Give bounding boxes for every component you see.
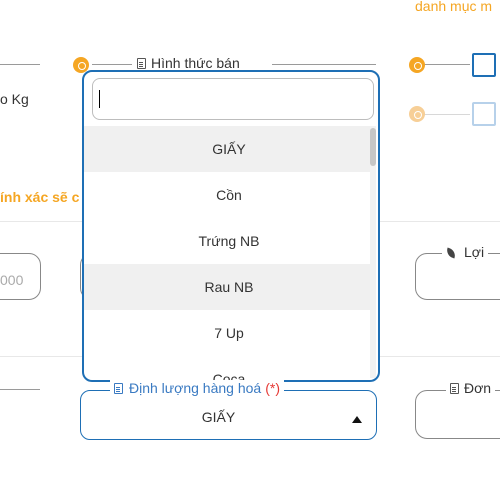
unit-field[interactable]	[415, 390, 500, 439]
text-cursor	[99, 90, 100, 108]
unit-label: Đơn	[464, 380, 492, 396]
unit-text: o Kg	[0, 91, 29, 107]
dropdown-option[interactable]: 7 Up	[84, 310, 374, 356]
dropdown-option[interactable]: Cồn	[84, 172, 374, 218]
divider-line	[92, 64, 132, 65]
divider-line	[424, 114, 470, 115]
quantity-label: Định lượng hàng hoá	[129, 380, 262, 396]
dropdown-search-input[interactable]	[92, 78, 374, 120]
document-icon	[137, 58, 146, 69]
dropdown-panel: GIẤY Cồn Trứng NB Rau NB 7 Up Coca	[82, 70, 380, 382]
quantity-select[interactable]: GIẤY	[80, 390, 377, 440]
dropdown-option[interactable]: Coca	[84, 356, 374, 380]
sale-type-label: Hình thức bán	[151, 55, 240, 71]
divider-line	[0, 389, 40, 390]
divider-line	[272, 64, 376, 65]
checkbox[interactable]	[472, 53, 496, 77]
warning-text: ính xác sẽ c	[0, 189, 80, 205]
step-dot-icon[interactable]	[409, 106, 425, 122]
divider-line	[0, 64, 40, 65]
sale-type-legend: Hình thức bán	[133, 55, 244, 71]
dropdown-option[interactable]: GIẤY	[84, 126, 374, 172]
checkbox[interactable]	[472, 102, 496, 126]
document-icon	[450, 383, 459, 394]
profit-field[interactable]	[415, 253, 500, 300]
unit-legend: Đơn	[446, 380, 496, 396]
dropdown-list: GIẤY Cồn Trứng NB Rau NB 7 Up Coca	[84, 126, 374, 380]
required-mark: (*)	[265, 380, 280, 396]
amount-input-value: 000	[0, 272, 24, 288]
profit-label: Lợi	[464, 244, 485, 260]
dropdown-option[interactable]: Rau NB	[84, 264, 374, 310]
document-icon	[114, 383, 123, 394]
caret-up-icon[interactable]	[352, 416, 362, 423]
leaf-icon	[444, 247, 458, 259]
quantity-legend: Định lượng hàng hoá (*)	[110, 380, 284, 396]
category-link-text[interactable]: danh mục m	[415, 0, 492, 14]
quantity-select-value: GIẤY	[201, 409, 236, 425]
dropdown-option[interactable]: Trứng NB	[84, 218, 374, 264]
divider-line	[424, 64, 470, 65]
step-dot-icon[interactable]	[409, 57, 425, 73]
profit-legend: Lợi	[442, 244, 489, 260]
dropdown-scrollbar-thumb[interactable]	[370, 128, 376, 166]
